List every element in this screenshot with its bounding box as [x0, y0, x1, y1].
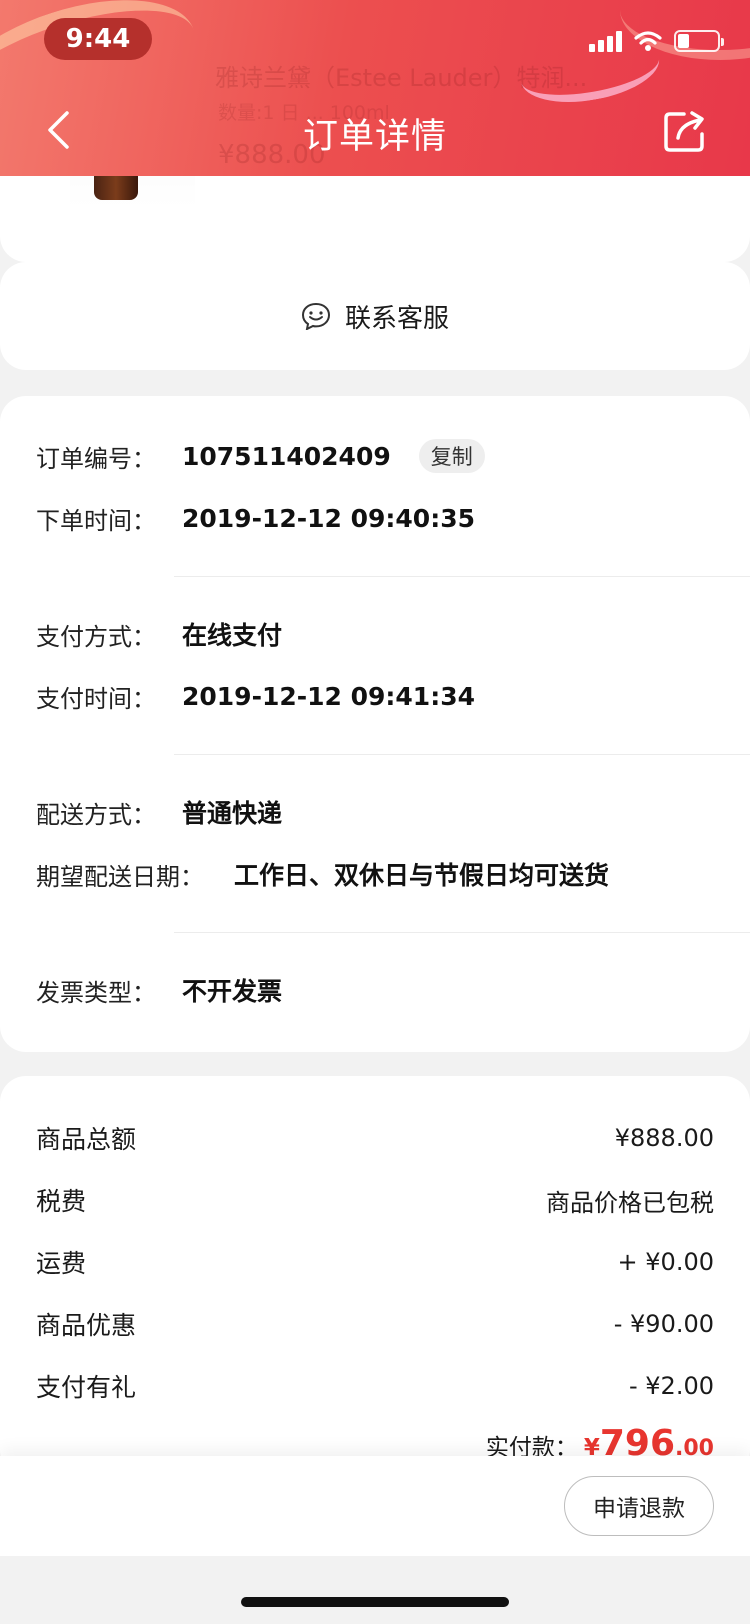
amount-label: 运费: [36, 1249, 87, 1278]
amount-label: 税费: [36, 1187, 87, 1216]
invoice-row: 发票类型： 不开发票: [36, 970, 282, 1010]
delivery-date-row: 期望配送日期： 工作日、双休日与节假日均可送货: [36, 854, 609, 894]
pay-method-value: 在线支付: [182, 621, 283, 650]
contact-service-button[interactable]: 联系客服: [0, 262, 750, 370]
copy-order-number-button[interactable]: 复制: [418, 439, 485, 473]
amount-row: 税费 商品价格已包税: [36, 1180, 714, 1220]
amount-label: 商品优惠: [36, 1311, 137, 1340]
contact-service-label: 联系客服: [344, 303, 449, 334]
order-number-label: 订单编号：: [36, 444, 156, 473]
pay-time-label: 支付时间：: [36, 684, 156, 713]
amount-value: ¥888.00: [614, 1124, 714, 1152]
status-icons: [589, 30, 724, 52]
product-name: 雅诗兰黛（Estee Lauder）特润...: [215, 64, 588, 92]
home-indicator-area: [0, 1556, 750, 1624]
delivery-method-row: 配送方式： 普通快递: [36, 792, 282, 832]
invoice-label: 发票类型：: [36, 978, 156, 1007]
amount-summary-card: 商品总额 ¥888.00 税费 商品价格已包税 运费 + ¥0.00 商品优惠 …: [0, 1076, 750, 1476]
amount-row: 运费 + ¥0.00: [36, 1242, 714, 1282]
divider: [174, 754, 750, 755]
order-number-value: 107511402409: [182, 441, 391, 471]
amount-row: 商品总额 ¥888.00: [36, 1118, 714, 1158]
order-time-value: 2019-12-12 09:40:35: [182, 503, 475, 533]
amount-value: - ¥90.00: [613, 1310, 714, 1338]
pay-method-label: 支付方式：: [36, 622, 156, 651]
delivery-method-label: 配送方式：: [36, 800, 156, 829]
amount-value: - ¥2.00: [629, 1372, 714, 1400]
amount-value: 商品价格已包税: [546, 1188, 714, 1217]
amount-row: 商品优惠 - ¥90.00: [36, 1304, 714, 1344]
delivery-date-label: 期望配送日期：: [36, 862, 204, 891]
signal-icon: [589, 30, 622, 52]
order-info-card: 订单编号： 107511402409 复制 下单时间： 2019-12-12 0…: [0, 396, 750, 1052]
divider: [174, 932, 750, 933]
status-time: 9:44: [44, 18, 152, 60]
wifi-icon: [634, 31, 662, 51]
battery-icon: [674, 30, 724, 52]
order-number-row: 订单编号： 107511402409 复制: [36, 436, 485, 476]
header-bar: 雅诗兰黛（Estee Lauder）特润... 数量:1 日 ... 100ml…: [0, 0, 750, 176]
page-title: 订单详情: [302, 117, 447, 157]
amount-row: 支付有礼 - ¥2.00: [36, 1366, 714, 1406]
order-time-label: 下单时间：: [36, 506, 156, 535]
amount-label: 支付有礼: [36, 1373, 137, 1402]
order-time-row: 下单时间： 2019-12-12 09:40:35: [36, 498, 475, 538]
pay-time-row: 支付时间： 2019-12-12 09:41:34: [36, 676, 475, 716]
apply-refund-button[interactable]: 申请退款: [564, 1476, 714, 1536]
delivery-method-value: 普通快递: [182, 799, 283, 828]
share-icon: [664, 111, 704, 152]
amount-value: + ¥0.00: [617, 1248, 714, 1276]
amount-label: 商品总额: [36, 1125, 137, 1154]
pay-method-row: 支付方式： 在线支付: [36, 614, 282, 654]
bottom-action-bar: 申请退款: [0, 1456, 750, 1556]
invoice-value: 不开发票: [182, 977, 283, 1006]
chat-smile-icon: [301, 302, 330, 330]
pay-time-value: 2019-12-12 09:41:34: [182, 681, 475, 711]
share-button[interactable]: [662, 108, 708, 154]
home-indicator[interactable]: [241, 1597, 509, 1607]
delivery-date-value: 工作日、双休日与节假日均可送货: [234, 861, 610, 890]
divider: [174, 576, 750, 577]
